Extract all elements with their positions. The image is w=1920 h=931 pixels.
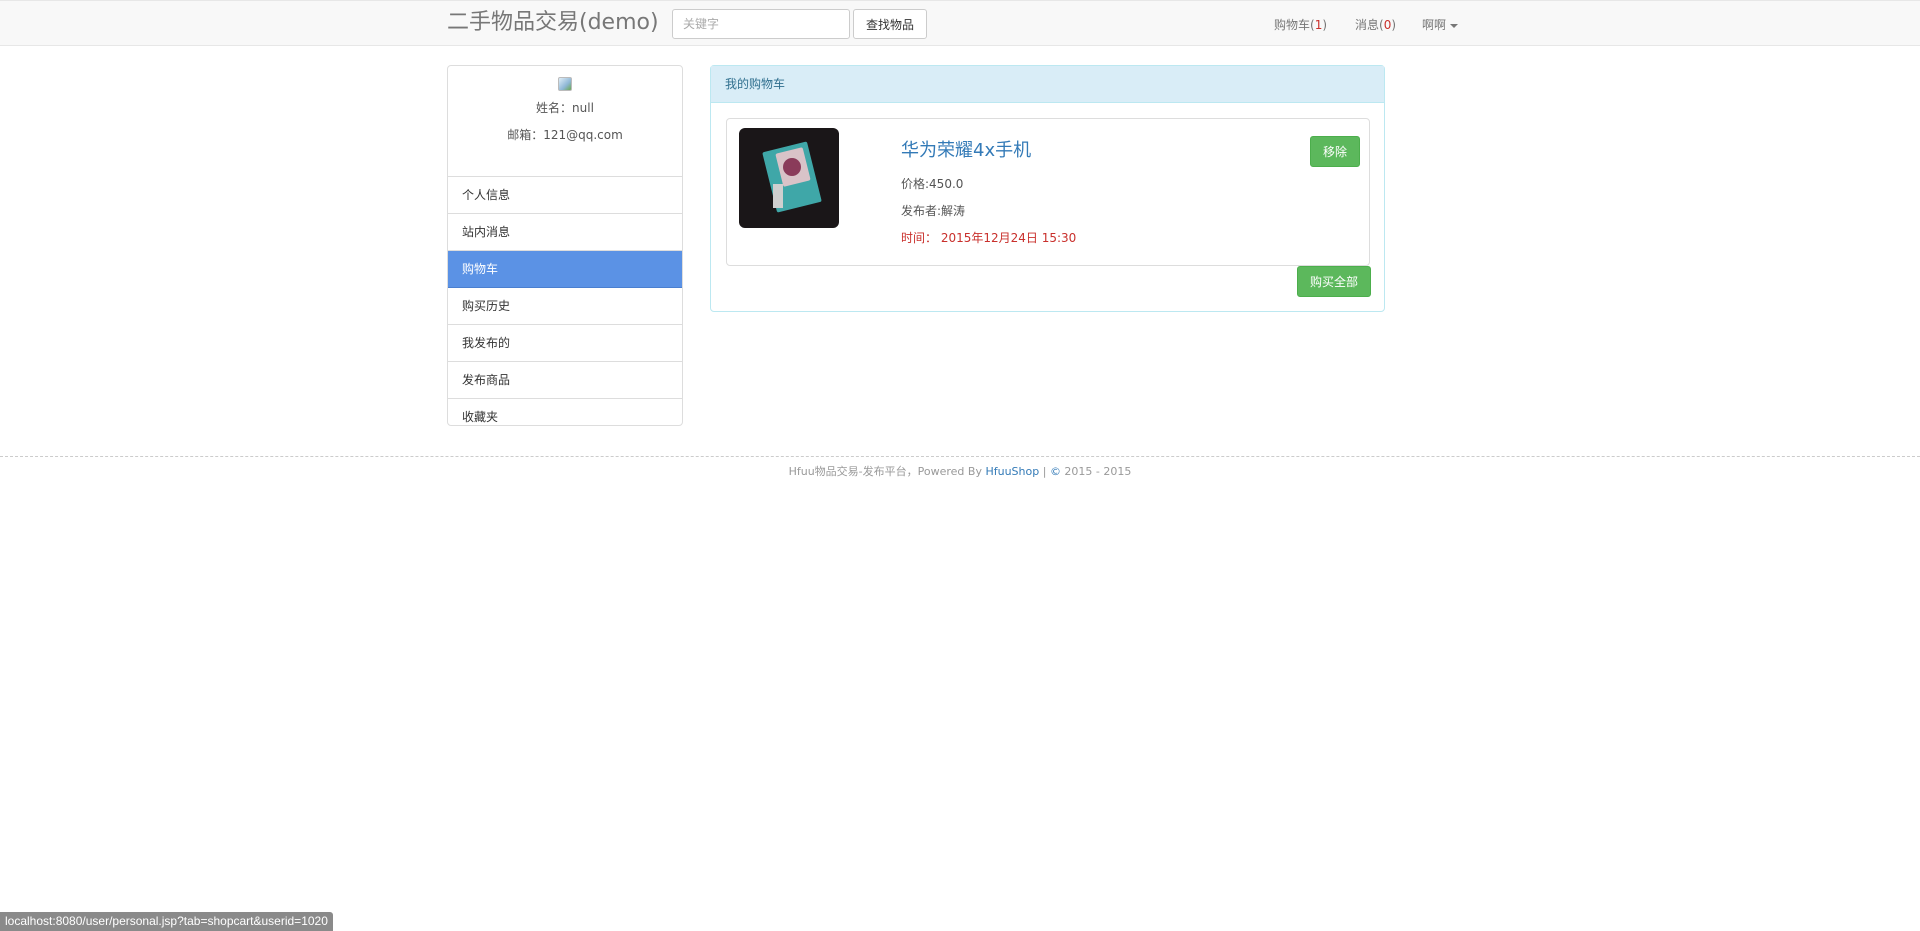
footer: Hfuu物品交易-发布平台，Powered By HfuuShop | © 20… [0, 463, 1920, 479]
cart-link-label: 购物车( [1274, 18, 1315, 32]
caret-down-icon [1450, 23, 1459, 28]
sidebar-item-publish-item[interactable]: 发布商品 [448, 362, 682, 399]
messages-close-paren: ) [1391, 18, 1397, 32]
top-navbar: 二手物品交易(demo) 查找物品 购物车(1) 消息(0) 啊啊 [0, 0, 1920, 46]
user-name: 啊啊 [1422, 18, 1447, 32]
copyright-icon: © [1049, 465, 1061, 478]
cart-link[interactable]: 购物车(1) [1274, 16, 1327, 33]
product-publisher: 发布者:解涛 [901, 204, 966, 218]
user-dropdown[interactable]: 啊啊 [1422, 16, 1459, 33]
brand-title[interactable]: 二手物品交易(demo) [447, 9, 659, 37]
profile-name: 姓名：null [536, 101, 594, 115]
search-button[interactable]: 查找物品 [853, 9, 927, 39]
footer-separator: | [1039, 465, 1050, 478]
product-thumbnail[interactable] [739, 128, 839, 228]
footer-text: Hfuu物品交易-发布平台，Powered By [788, 465, 986, 478]
cart-panel: 我的购物车 华为荣耀4x手机 价格:450.0 发布者:解涛 时间： 2015年… [710, 65, 1385, 312]
search-input[interactable] [672, 9, 850, 39]
messages-link-label: 消息( [1355, 18, 1384, 32]
sidebar-item-purchase-history[interactable]: 购买历史 [448, 288, 682, 325]
sidebar-item-personal-info[interactable]: 个人信息 [448, 177, 682, 214]
profile-email: 邮箱：121@qq.com [507, 128, 623, 142]
buy-all-button[interactable]: 购买全部 [1297, 266, 1371, 297]
thumb-shape-circle [783, 158, 801, 176]
thumb-shape-phone [773, 184, 783, 208]
product-price: 价格:450.0 [901, 177, 964, 191]
remove-button[interactable]: 移除 [1310, 136, 1360, 167]
footer-divider [0, 456, 1920, 457]
profile-card: 姓名：null 邮箱：121@qq.com [448, 77, 682, 177]
cart-panel-heading: 我的购物车 [711, 66, 1384, 103]
sidebar: 姓名：null 邮箱：121@qq.com 个人信息 站内消息 购物车 购买历史… [447, 65, 683, 426]
sidebar-item-my-posts[interactable]: 我发布的 [448, 325, 682, 362]
browser-status-url: localhost:8080/user/personal.jsp?tab=sho… [0, 912, 333, 931]
product-time: 时间： 2015年12月24日 15:30 [901, 231, 1077, 245]
footer-hfuushop-link[interactable]: HfuuShop [985, 465, 1039, 478]
sidebar-item-favorites[interactable]: 收藏夹 [448, 399, 682, 425]
avatar-image-icon [558, 77, 572, 91]
sidebar-item-shopping-cart[interactable]: 购物车 [448, 251, 682, 288]
cart-item: 华为荣耀4x手机 价格:450.0 发布者:解涛 时间： 2015年12月24日… [726, 118, 1370, 266]
messages-link[interactable]: 消息(0) [1355, 16, 1396, 33]
cart-close-paren: ) [1322, 18, 1328, 32]
footer-years: 2015 - 2015 [1060, 465, 1132, 478]
sidebar-item-messages[interactable]: 站内消息 [448, 214, 682, 251]
product-title-link[interactable]: 华为荣耀4x手机 [901, 136, 1031, 162]
